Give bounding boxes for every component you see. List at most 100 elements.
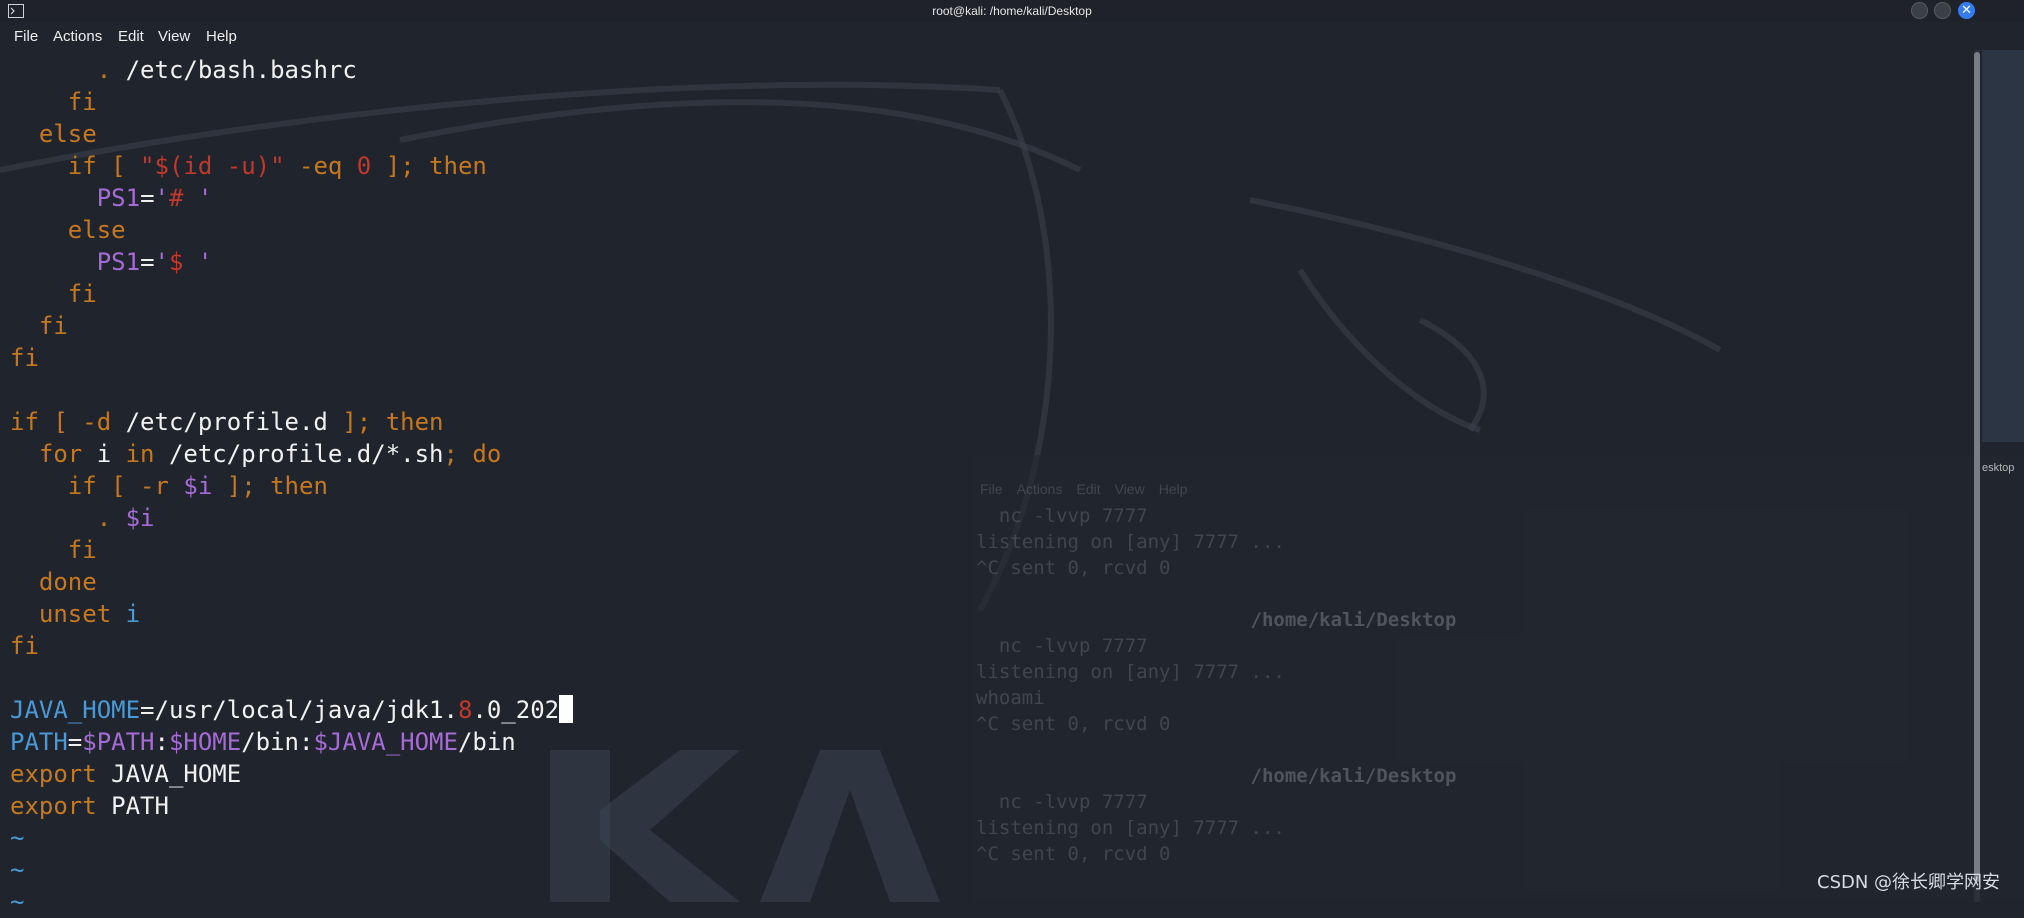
code-token: ]; then	[212, 472, 328, 500]
terminal-line: JAVA_HOME=/usr/local/java/jdk1.8.0_202	[10, 694, 574, 726]
code-token: for	[10, 440, 97, 468]
menu-file[interactable]: File	[14, 28, 38, 45]
terminal-line: ~	[10, 886, 573, 918]
menu-help[interactable]: Help	[206, 28, 237, 45]
terminal-line: export PATH	[10, 790, 573, 822]
background-menu-help: Help	[1158, 481, 1188, 497]
terminal-line: if [ -d /etc/profile.d ]; then	[10, 406, 573, 438]
background-terminal-line: /home/kali/Desktop	[976, 609, 1457, 631]
code-token: ; do	[443, 440, 502, 468]
code-token: JAVA_HOME	[10, 696, 141, 724]
code-token: $i	[125, 504, 155, 532]
terminal-line: else	[10, 214, 573, 246]
text-cursor	[559, 695, 574, 723]
code-token: =	[140, 248, 155, 276]
code-token: else	[10, 120, 97, 148]
code-token: fi	[10, 536, 97, 564]
code-token: PATH	[111, 792, 169, 820]
window-title: root@kali: /home/kali/Desktop	[932, 4, 1092, 18]
code-token: else	[10, 216, 126, 244]
menu-edit[interactable]: Edit	[118, 28, 144, 45]
code-token: $JAVA_HOME	[313, 728, 458, 756]
terminal-line: PS1='$ '	[10, 246, 573, 278]
background-menu-actions: Actions	[1016, 481, 1063, 497]
code-token: =/usr/local/java/jdk1.	[140, 696, 458, 724]
csdn-watermark: CSDN @徐长卿学网安	[1817, 872, 2001, 893]
code-token: $i	[183, 472, 213, 500]
code-token: $	[168, 248, 184, 276]
code-token: ~	[10, 824, 25, 852]
code-token: ~	[10, 856, 25, 884]
code-token: /etc/bash.bashrc	[111, 56, 357, 84]
maximize-button[interactable]	[1934, 2, 1951, 19]
code-token: PS1	[96, 248, 141, 276]
code-token: fi	[10, 632, 39, 660]
terminal-line: unset i	[10, 598, 573, 630]
code-token: #	[168, 184, 184, 212]
code-token: in	[111, 440, 169, 468]
terminal-editor[interactable]: . /etc/bash.bashrc fi else if [ "$(id -u…	[10, 54, 574, 918]
code-token: '	[154, 184, 169, 212]
code-token: ]; then	[371, 152, 487, 180]
code-token: fi	[10, 280, 97, 308]
code-token: :	[154, 728, 169, 756]
close-button[interactable]: ✕	[1958, 2, 1975, 19]
scrollbar-thumb[interactable]	[1974, 52, 1980, 882]
menu-bar: File Actions Edit View Help	[0, 22, 2024, 50]
background-terminal-output: nc -lvvp 7777 listening on [any] 7777 ...…	[976, 503, 1456, 867]
code-token: done	[10, 568, 97, 596]
code-token: "$(id -u)"	[140, 152, 285, 180]
code-token: if [ -d	[10, 408, 126, 436]
code-token: fi	[10, 312, 68, 340]
title-bar: root@kali: /home/kali/Desktop ✕	[0, 0, 2024, 22]
terminal-line: PS1='# '	[10, 182, 573, 214]
background-terminal-line: /home/kali/Desktop	[976, 765, 1457, 787]
minimize-button[interactable]	[1911, 2, 1928, 19]
code-token: fi	[10, 88, 97, 116]
terminal-line: ~	[10, 854, 573, 886]
terminal-line: ~	[10, 822, 573, 854]
code-token: 8	[457, 696, 473, 724]
background-menu-view: View	[1114, 481, 1145, 497]
code-token: export	[10, 792, 112, 820]
code-token: if [	[10, 152, 141, 180]
vertical-scrollbar[interactable]	[1974, 50, 1980, 902]
terminal-line: fi	[10, 534, 573, 566]
background-window-title: esktop	[1982, 462, 2015, 474]
background-terminal-line: listening on [any] 7777 ...	[976, 661, 1285, 683]
code-token: /bin	[457, 728, 516, 756]
code-token: =	[140, 184, 155, 212]
background-terminal-line: listening on [any] 7777 ...	[976, 817, 1285, 839]
terminal-line: if [ "$(id -u)" -eq 0 ]; then	[10, 150, 573, 182]
code-token: /etc/profile.d	[125, 408, 328, 436]
code-token: -eq	[284, 152, 357, 180]
terminal-line: else	[10, 118, 573, 150]
background-terminal-line: ^C sent 0, rcvd 0	[976, 843, 1171, 865]
background-terminal-line: nc -lvvp 7777	[976, 791, 1148, 813]
code-token: .	[96, 56, 112, 84]
background-terminal-line: ^C sent 0, rcvd 0	[976, 713, 1171, 735]
terminal-line: PATH=$PATH:$HOME/bin:$JAVA_HOME/bin	[10, 726, 573, 758]
code-token: /etc/profile.d/*.sh	[168, 440, 444, 468]
code-token: ~	[10, 888, 25, 916]
code-token: export	[10, 760, 112, 788]
background-terminal-line: whoami	[976, 687, 1045, 709]
code-token: JAVA_HOME	[111, 760, 242, 788]
code-token: if [ -r	[10, 472, 184, 500]
terminal-line: fi	[10, 342, 573, 374]
background-terminal-line	[976, 737, 1456, 763]
adjacent-window-edge	[1982, 50, 2024, 442]
menu-view[interactable]: View	[158, 28, 190, 45]
code-token: $PATH	[82, 728, 155, 756]
background-terminal-line	[976, 581, 1456, 607]
terminal-line: fi	[10, 630, 573, 662]
code-token: /bin:	[241, 728, 314, 756]
code-token: ]; then	[327, 408, 444, 436]
menu-actions[interactable]: Actions	[53, 28, 102, 45]
